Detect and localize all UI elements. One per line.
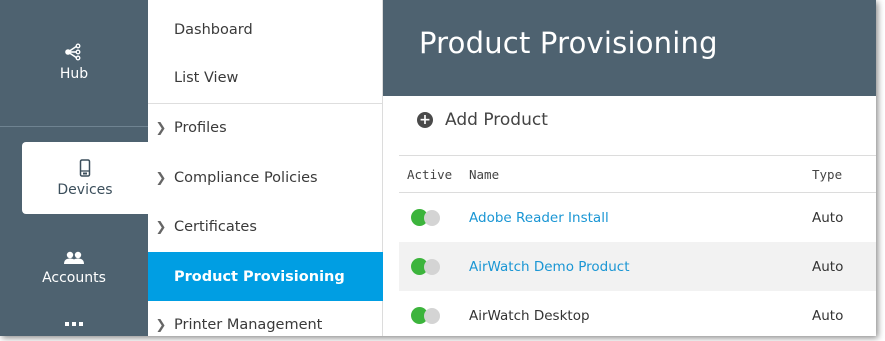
toggle-off-dot <box>424 307 440 324</box>
more-icon <box>65 322 83 326</box>
product-type: Auto <box>812 258 844 275</box>
add-product-label: Add Product <box>445 110 548 130</box>
submenu-item-label: Profiles <box>174 120 227 136</box>
column-header-type[interactable]: Type <box>812 167 876 182</box>
product-name[interactable]: AirWatch Desktop <box>469 308 590 324</box>
submenu-item-dashboard[interactable]: Dashboard <box>148 6 382 54</box>
table-row[interactable]: AirWatch Demo Product Auto <box>399 242 876 291</box>
rail-item-label: Devices <box>57 181 113 198</box>
app-rail: Hub Devices Accounts <box>0 0 148 336</box>
submenu-item-certificates[interactable]: ❯ Certificates <box>148 203 382 251</box>
toggle-off-dot <box>424 258 440 275</box>
rail-divider <box>0 126 148 127</box>
product-type: Auto <box>812 209 844 226</box>
accounts-icon <box>64 251 84 264</box>
products-grid: Active Name Type Adobe Reader Install Au… <box>399 156 876 336</box>
active-toggle[interactable] <box>399 307 469 324</box>
submenu-item-printer-management[interactable]: ❯ Printer Management <box>148 302 382 336</box>
devices-submenu: Dashboard List View ❯ Profiles ❯ Complia… <box>148 0 383 336</box>
plus-circle-icon: + <box>417 112 433 128</box>
active-toggle[interactable] <box>399 209 469 226</box>
submenu-item-label: Printer Management <box>174 317 323 333</box>
submenu-item-profiles[interactable]: ❯ Profiles <box>148 104 382 152</box>
submenu-item-label: Compliance Policies <box>174 170 318 186</box>
column-header-active[interactable]: Active <box>399 167 469 182</box>
page-header: Product Provisioning <box>383 0 876 96</box>
rail-item-more[interactable] <box>0 312 148 336</box>
rail-item-label: Accounts <box>42 269 106 286</box>
device-icon <box>79 158 91 177</box>
table-row[interactable]: Adobe Reader Install Auto <box>399 193 876 242</box>
active-toggle[interactable] <box>399 258 469 275</box>
app-window: Hub Devices Accounts Dashboard List View… <box>0 0 876 336</box>
toggle-off-dot <box>424 209 440 226</box>
chevron-right-icon: ❯ <box>155 317 167 333</box>
chevron-right-icon: ❯ <box>155 170 167 186</box>
submenu-item-label: Certificates <box>174 219 257 235</box>
rail-item-label: Hub <box>59 65 89 82</box>
rail-item-accounts[interactable]: Accounts <box>0 238 148 298</box>
column-header-name[interactable]: Name <box>469 167 812 182</box>
submenu-item-label: Product Provisioning <box>174 268 345 285</box>
rail-item-devices[interactable]: Devices <box>22 142 148 214</box>
product-name-link[interactable]: AirWatch Demo Product <box>469 259 630 275</box>
main-content: Product Provisioning + Add Product Activ… <box>383 0 876 336</box>
rail-item-hub[interactable]: Hub <box>0 22 148 102</box>
chevron-right-icon: ❯ <box>155 120 167 136</box>
table-row[interactable]: AirWatch Desktop Auto <box>399 291 876 336</box>
product-type: Auto <box>812 307 844 324</box>
product-name-link[interactable]: Adobe Reader Install <box>469 210 609 226</box>
chevron-right-icon: ❯ <box>155 219 167 235</box>
submenu-item-product-provisioning[interactable]: Product Provisioning <box>148 252 383 301</box>
submenu-item-list-view[interactable]: List View <box>148 54 382 102</box>
grid-header: Active Name Type <box>399 156 876 193</box>
submenu-item-label: Dashboard <box>174 22 253 38</box>
hub-icon <box>65 43 81 60</box>
submenu-item-compliance-policies[interactable]: ❯ Compliance Policies <box>148 154 382 202</box>
submenu-item-label: List View <box>174 70 239 86</box>
page-title: Product Provisioning <box>419 26 718 60</box>
add-product-button[interactable]: + Add Product <box>417 110 548 130</box>
